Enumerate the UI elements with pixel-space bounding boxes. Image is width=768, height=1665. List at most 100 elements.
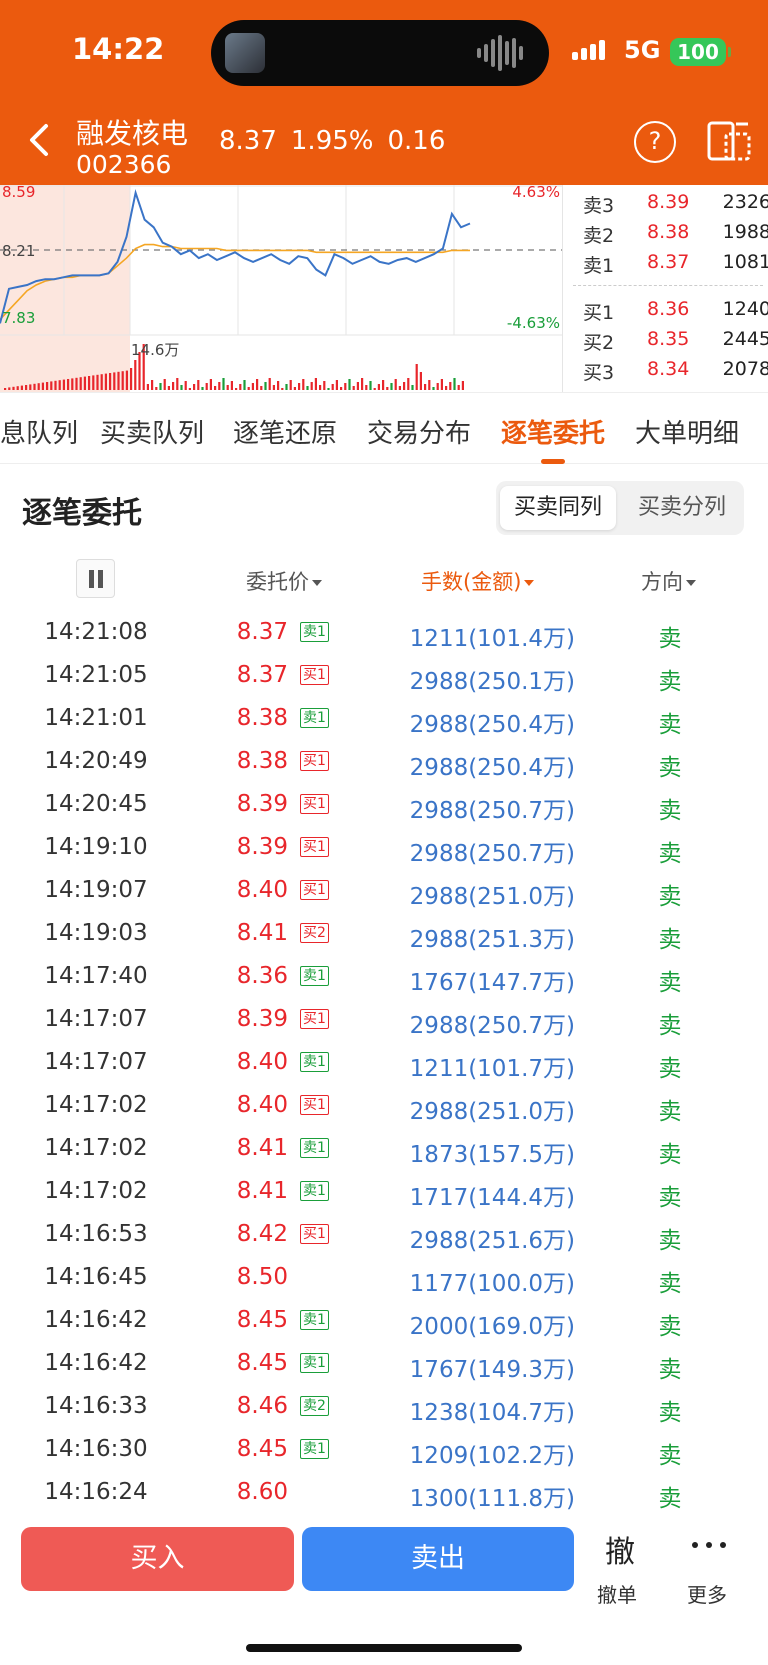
row-amount: 2988(250.4万) (409, 755, 575, 781)
row-price: 8.60 (236, 1479, 288, 1505)
row-time: 14:17:02 (44, 1135, 148, 1161)
table-row[interactable]: 14:16:45 8.50 1177(100.0万) 卖 (0, 1255, 768, 1298)
row-price: 8.41 (236, 920, 288, 946)
intraday-chart[interactable]: 8.59 8.21 7.83 4.63% -4.63% 14.6万 (0, 185, 562, 392)
volume-bar (41, 382, 44, 390)
volume-bar (260, 386, 263, 390)
table-row[interactable]: 14:19:10 8.39 买1 2988(250.7万) 卖 (0, 825, 768, 868)
more-label[interactable]: 更多 (687, 1579, 727, 1608)
col-amount-header[interactable]: 手数(金额) (421, 566, 535, 596)
row-direction: 卖 (658, 1486, 682, 1512)
table-row[interactable]: 14:21:01 8.38 卖1 2988(250.4万) 卖 (0, 696, 768, 739)
volume-bar (113, 372, 116, 390)
volume-bar (83, 376, 86, 390)
order-book[interactable]: 卖3 8.39 2326 卖2 8.38 1988 卖1 8.37 1081 买… (562, 185, 768, 392)
tab-tick-orders[interactable]: 逐笔委托 (501, 413, 605, 450)
row-direction: 卖 (658, 1228, 682, 1254)
table-row[interactable]: 14:16:33 8.46 卖2 1238(104.7万) 卖 (0, 1384, 768, 1427)
back-icon[interactable] (24, 120, 54, 160)
volume-bar (335, 380, 338, 390)
volume-bar (340, 387, 343, 390)
row-price: 8.42 (236, 1221, 288, 1247)
row-amount: 2988(251.3万) (409, 927, 575, 953)
table-row[interactable]: 14:17:07 8.40 卖1 1211(101.7万) 卖 (0, 1040, 768, 1083)
table-row[interactable]: 14:21:05 8.37 买1 2988(250.1万) 卖 (0, 653, 768, 696)
volume-bar (398, 386, 401, 390)
row-direction: 卖 (658, 1400, 682, 1426)
row-price: 8.39 (236, 791, 288, 817)
table-row[interactable]: 14:16:42 8.45 卖1 2000(169.0万) 卖 (0, 1298, 768, 1341)
more-icon[interactable] (692, 1542, 728, 1552)
col-price-header[interactable]: 委托价 (246, 566, 322, 596)
help-icon[interactable]: ? (634, 121, 676, 163)
volume-bar (457, 385, 460, 390)
tab-trade-distribution[interactable]: 交易分布 (367, 413, 471, 450)
home-indicator[interactable] (246, 1644, 522, 1652)
row-direction: 卖 (658, 626, 682, 652)
switch-screen-icon[interactable] (706, 120, 752, 162)
row-amount: 1238(104.7万) (409, 1400, 575, 1426)
volume-bar (453, 378, 456, 390)
row-price: 8.45 (236, 1350, 288, 1376)
caret-down-icon (312, 580, 322, 586)
table-row[interactable]: 14:20:45 8.39 买1 2988(250.7万) 卖 (0, 782, 768, 825)
volume-bar (184, 381, 187, 390)
volume-bar (130, 368, 133, 390)
table-row[interactable]: 14:16:53 8.42 买1 2988(251.6万) 卖 (0, 1212, 768, 1255)
row-direction: 卖 (658, 669, 682, 695)
tab-large-orders[interactable]: 大单明细 (635, 413, 739, 450)
table-row[interactable]: 14:16:24 8.60 1300(111.8万) 卖 (0, 1470, 768, 1513)
cancel-order-label[interactable]: 撤单 (597, 1579, 637, 1608)
pause-icon[interactable] (76, 559, 115, 598)
col-direction-header[interactable]: 方向 (641, 566, 696, 596)
sell-button[interactable]: 卖出 (302, 1527, 574, 1591)
ask-row: 卖1 8.37 1081 (573, 251, 768, 281)
row-level-tag: 买1 (300, 665, 329, 685)
volume-bar (167, 386, 170, 390)
table-row[interactable]: 14:17:40 8.36 卖1 1767(147.7万) 卖 (0, 954, 768, 997)
volume-bar (151, 380, 154, 390)
volume-bar (382, 380, 385, 390)
cancel-order-icon[interactable]: 撤 (600, 1527, 640, 1571)
row-level-tag: 买1 (300, 751, 329, 771)
table-row[interactable]: 14:21:08 8.37 卖1 1211(101.4万) 卖 (0, 610, 768, 653)
volume-bar (285, 384, 288, 390)
volume-bar (386, 387, 389, 390)
table-row[interactable]: 14:16:30 8.45 卖1 1209(102.2万) 卖 (0, 1427, 768, 1470)
table-row[interactable]: 14:20:49 8.38 买1 2988(250.4万) 卖 (0, 739, 768, 782)
volume-bar (344, 383, 347, 390)
volume-bar (394, 379, 397, 390)
status-time: 14:22 (72, 32, 165, 66)
row-amount: 2988(250.1万) (409, 669, 575, 695)
volume-bar (4, 388, 7, 390)
row-direction: 卖 (658, 1013, 682, 1039)
row-direction: 卖 (658, 1271, 682, 1297)
seg-separate[interactable]: 买卖分列 (624, 486, 740, 530)
table-row[interactable]: 14:17:07 8.39 买1 2988(250.7万) 卖 (0, 997, 768, 1040)
buy-button[interactable]: 买入 (21, 1527, 294, 1591)
tab-tick-restore[interactable]: 逐笔还原 (233, 413, 337, 450)
y-label-high: 8.59 (2, 185, 35, 201)
table-row[interactable]: 14:17:02 8.41 卖1 1717(144.4万) 卖 (0, 1169, 768, 1212)
ask-row: 卖3 8.39 2326 (573, 191, 768, 221)
volume-bar (159, 383, 162, 390)
row-price: 8.40 (236, 1092, 288, 1118)
volume-bar (411, 385, 414, 390)
row-level-tag: 买1 (300, 1095, 329, 1115)
volume-bar (172, 382, 175, 390)
table-row[interactable]: 14:16:42 8.45 卖1 1767(149.3万) 卖 (0, 1341, 768, 1384)
volume-bar (281, 388, 284, 390)
table-row[interactable]: 14:17:02 8.41 卖1 1873(157.5万) 卖 (0, 1126, 768, 1169)
tab-bid-ask-queue[interactable]: 买卖队列 (100, 413, 204, 450)
volume-bar (235, 388, 238, 390)
table-row[interactable]: 14:19:07 8.40 买1 2988(251.0万) 卖 (0, 868, 768, 911)
seg-combined[interactable]: 买卖同列 (500, 486, 616, 530)
row-price: 8.39 (236, 1006, 288, 1032)
volume-bar (25, 385, 28, 390)
bid-price: 8.36 (647, 298, 690, 320)
volume-bar (302, 379, 305, 390)
row-price: 8.50 (236, 1264, 288, 1290)
table-row[interactable]: 14:17:02 8.40 买1 2988(251.0万) 卖 (0, 1083, 768, 1126)
table-row[interactable]: 14:19:03 8.41 买2 2988(251.3万) 卖 (0, 911, 768, 954)
tab-queue[interactable]: 息队列 (0, 413, 78, 450)
